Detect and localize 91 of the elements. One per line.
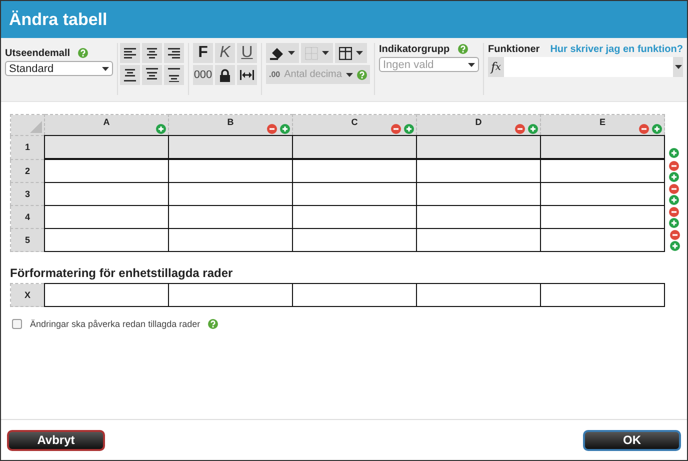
table-cell[interactable] (416, 228, 540, 252)
table-cell[interactable] (168, 136, 292, 159)
column-label: A (102, 116, 111, 127)
table-cell[interactable] (44, 284, 168, 306)
row-add-remove-drawing[interactable] (669, 184, 679, 204)
table-cell[interactable] (416, 206, 540, 228)
table-cell[interactable] (540, 206, 664, 228)
row-add-remove-drawing[interactable] (669, 148, 679, 158)
lock-icon[interactable] (220, 68, 230, 82)
caret-icon (322, 51, 329, 55)
table-cell[interactable] (292, 228, 416, 252)
add-icon[interactable] (528, 124, 538, 134)
corner-triangle-icon (30, 121, 42, 133)
format-button[interactable]: K (215, 43, 235, 63)
column-label: D (474, 116, 483, 127)
column-label: B (226, 116, 235, 127)
table-cell[interactable] (292, 136, 416, 159)
table-cell[interactable] (44, 136, 168, 159)
table-cell[interactable] (540, 284, 664, 306)
add-icon[interactable] (404, 124, 414, 134)
table-cell[interactable] (168, 206, 292, 228)
caret-icon (356, 51, 363, 55)
table-grid-icon[interactable] (339, 46, 352, 60)
table-cell[interactable] (416, 284, 540, 306)
align-top-icon[interactable] (124, 68, 136, 82)
table-cell[interactable] (168, 284, 292, 306)
field-label: Funktioner (488, 44, 540, 54)
section-title: Förformatering för enhetstillagda rader (10, 266, 234, 280)
row-header[interactable]: 5 (10, 228, 44, 252)
help-icon[interactable] (208, 319, 218, 329)
remove-icon[interactable] (639, 124, 649, 134)
format-button[interactable]: U (237, 43, 257, 63)
table-cell[interactable] (416, 136, 540, 159)
format-button[interactable]: 000 (193, 65, 213, 85)
decimal-icon: .00 (269, 70, 280, 79)
template-dropdown[interactable]: Standard (5, 61, 113, 76)
column-label: E (598, 116, 606, 127)
table-cell[interactable] (168, 159, 292, 182)
align-bottom-icon[interactable] (168, 68, 180, 82)
row-header: X (10, 284, 44, 306)
table-cell[interactable] (292, 206, 416, 228)
table-cell[interactable] (44, 159, 168, 182)
fill-bucket-icon[interactable] (270, 46, 284, 60)
fit-width-icon[interactable] (240, 70, 254, 80)
row-header[interactable]: 3 (10, 182, 44, 206)
align-right-icon[interactable] (168, 46, 180, 60)
checkbox[interactable] (12, 319, 22, 329)
column-label: C (350, 116, 359, 127)
row-add-remove-drawing[interactable] (670, 230, 680, 250)
table-cell[interactable] (416, 159, 540, 182)
caret-icon (346, 72, 353, 76)
align-center-icon[interactable] (146, 46, 158, 60)
field-label: Utseendemall (5, 48, 70, 58)
remove-icon[interactable] (267, 124, 277, 134)
table-cell[interactable] (44, 228, 168, 252)
row-header[interactable]: 1 (10, 136, 44, 159)
row-add-remove-drawing[interactable] (669, 206, 679, 228)
table-cell[interactable] (44, 206, 168, 228)
remove-icon[interactable] (515, 124, 525, 134)
table-cell[interactable] (168, 228, 292, 252)
help-icon[interactable] (78, 48, 88, 58)
ok-button[interactable]: OK (583, 430, 681, 450)
format-button[interactable]: F (193, 43, 213, 63)
caret-icon (288, 51, 295, 55)
table-cell[interactable] (44, 182, 168, 206)
checkbox-label: Ändringar ska påverka redan tillagda rader (30, 319, 200, 329)
align-left-icon[interactable] (124, 46, 136, 60)
table-cell[interactable] (292, 182, 416, 206)
table-cell[interactable] (292, 159, 416, 182)
table-cell[interactable] (540, 228, 664, 252)
table-cell[interactable] (540, 159, 664, 182)
table-cell[interactable] (540, 182, 664, 206)
add-icon[interactable] (280, 124, 290, 134)
table-cell[interactable] (540, 136, 664, 159)
table-cell[interactable] (168, 182, 292, 206)
row-add-remove-drawing[interactable] (669, 160, 679, 182)
help-icon[interactable] (458, 44, 468, 54)
add-icon[interactable] (156, 124, 166, 134)
align-middle-icon[interactable] (146, 68, 158, 82)
table-cell[interactable] (416, 182, 540, 206)
table-cell[interactable] (292, 284, 416, 306)
caret-icon (102, 66, 109, 70)
caret-icon (468, 62, 475, 66)
caret-icon (674, 65, 682, 69)
window-title: Ändra tabell (9, 10, 108, 30)
row-header[interactable]: 2 (10, 159, 44, 182)
cancel-button[interactable]: Avbryt (7, 430, 105, 450)
row-header[interactable]: 4 (10, 206, 44, 228)
add-icon[interactable] (652, 124, 662, 134)
field-label: Indikatorgrupp (379, 44, 450, 54)
remove-icon[interactable] (391, 124, 401, 134)
